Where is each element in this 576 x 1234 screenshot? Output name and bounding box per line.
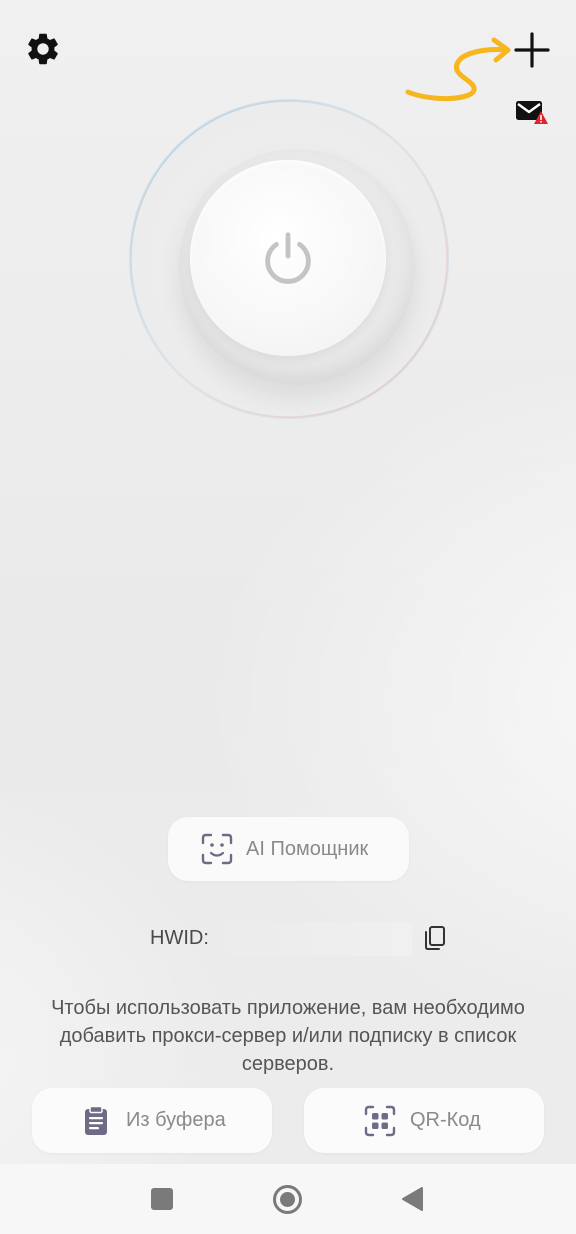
recents-square-icon[interactable]	[151, 1188, 173, 1210]
qr-code-button[interactable]: QR-Код	[304, 1088, 544, 1153]
from-clipboard-label: Из буфера	[126, 1109, 226, 1131]
mail-alert-icon[interactable]	[514, 98, 550, 126]
back-triangle-icon[interactable]	[400, 1186, 424, 1212]
from-clipboard-button[interactable]: Из буфера	[32, 1088, 272, 1153]
face-scan-icon	[201, 833, 233, 865]
annotation-arrow-icon	[405, 37, 511, 102]
qr-icon	[364, 1105, 396, 1136]
gear-icon[interactable]	[24, 30, 62, 68]
copy-icon[interactable]	[422, 924, 448, 952]
qr-code-label: QR-Код	[410, 1109, 481, 1131]
info-text: Чтобы использовать приложение, вам необх…	[51, 997, 525, 1075]
power-button[interactable]	[190, 160, 386, 356]
plus-icon[interactable]	[512, 30, 552, 70]
power-icon	[265, 232, 311, 284]
ai-assistant-button[interactable]: AI Помощник	[168, 817, 409, 881]
hwid-value	[212, 922, 412, 956]
clipboard-icon	[85, 1105, 107, 1135]
home-circle-icon[interactable]	[272, 1184, 303, 1215]
hwid-label: HWID:	[150, 927, 209, 949]
ai-assistant-label: AI Помощник	[246, 837, 369, 860]
